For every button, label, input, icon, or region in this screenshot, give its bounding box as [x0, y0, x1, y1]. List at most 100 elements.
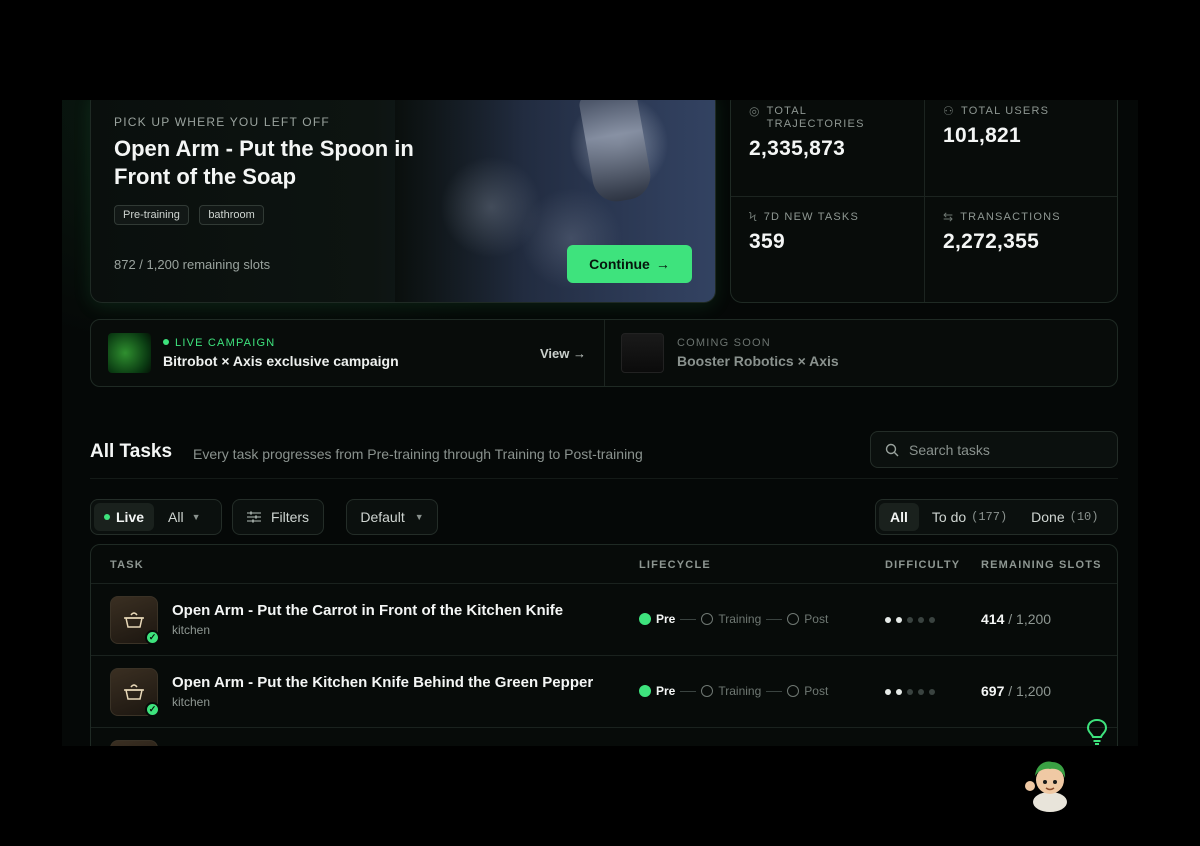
divider [604, 320, 605, 386]
slots-total: / 1,200 [1004, 683, 1052, 699]
tag-chip: Pre-training [114, 205, 189, 225]
column-header-lifecycle: LIFECYCLE [639, 559, 711, 571]
search-input[interactable] [909, 441, 1099, 458]
dashboard: PICK UP WHERE YOU LEFT OFF Open Arm - Pu… [62, 100, 1138, 746]
stage-connector [680, 618, 697, 620]
difficulty-dot [885, 617, 891, 623]
table-row[interactable]: ✓ Open Arm - Put the Carrot in Front of t… [91, 584, 1117, 656]
lightbulb-icon[interactable] [1085, 718, 1109, 746]
filters-label: Filters [270, 509, 310, 525]
status-scope-filter: Live All ▼ [90, 499, 222, 535]
soon-campaign-thumbnail [621, 333, 664, 373]
hero-kicker: PICK UP WHERE YOU LEFT OFF [114, 115, 330, 129]
caret-down-icon: ▼ [414, 512, 424, 522]
arrow-right-icon: → [655, 256, 670, 272]
live-toggle[interactable]: Live [94, 503, 155, 531]
stat-value: 359 [749, 230, 785, 253]
swap-icon: ⇆ [943, 210, 955, 224]
tasks-subtitle: Every task progresses from Pre-training … [193, 446, 643, 462]
stat-value: 2,272,355 [943, 230, 1040, 253]
stat-label: TOTAL TRAJECTORIES [766, 105, 865, 130]
stat-label: TOTAL USERS [960, 105, 1050, 117]
stage-dot-icon [787, 613, 800, 625]
target-icon: ◎ [749, 104, 761, 118]
lifecycle-stepper: Pre Training Post [639, 612, 828, 626]
filters-button[interactable]: Filters [232, 499, 324, 535]
column-header-difficulty: DIFFICULTY [885, 559, 961, 571]
table-row-partial [91, 728, 1117, 746]
live-label: Live [116, 509, 145, 525]
tab-label: All [890, 509, 908, 525]
tab-count: (10) [1069, 510, 1099, 524]
difficulty-rating [885, 617, 935, 623]
stat-new-tasks: ϟ 7D NEW TASKS 359 [731, 197, 925, 302]
live-campaign-thumbnail [108, 333, 151, 373]
tab-label: Done [1031, 509, 1065, 525]
continue-label: Continue [589, 256, 650, 272]
continue-button[interactable]: Continue → [567, 245, 692, 283]
stat-total-trajectories: ◎ TOTAL TRAJECTORIES 2,335,873 [731, 100, 925, 197]
divider [90, 478, 1118, 479]
search-icon [885, 443, 899, 456]
mascot-avatar[interactable] [1022, 756, 1076, 812]
stage-connector [766, 618, 783, 620]
stage-dot-icon [787, 685, 800, 697]
task-category: kitchen [172, 695, 211, 709]
live-campaign-kicker-text: LIVE CAMPAIGN [175, 337, 276, 349]
tab-todo[interactable]: To do (177) [921, 503, 1018, 531]
stage-label: Pre [656, 612, 676, 626]
remaining-slots: 414 / 1,200 [981, 611, 1051, 627]
caret-down-icon: ▼ [191, 512, 201, 522]
campaign-banner: LIVE CAMPAIGN Bitrobot × Axis exclusive … [90, 319, 1118, 387]
check-icon: ✓ [145, 630, 160, 645]
search-box[interactable] [870, 431, 1118, 468]
stats-panel: ◎ TOTAL TRAJECTORIES 2,335,873 ⚇ TOTAL USE… [730, 100, 1118, 303]
live-dot-icon [104, 514, 110, 520]
stage-dot-icon [701, 613, 714, 625]
slots-remaining: 697 [981, 683, 1005, 699]
tab-done[interactable]: Done (10) [1020, 503, 1109, 531]
difficulty-dot [929, 689, 935, 695]
hero-remaining-slots: 872 / 1,200 remaining slots [114, 257, 271, 272]
column-header-task: TASK [110, 559, 144, 571]
stage-dot-icon [639, 685, 651, 697]
difficulty-dot [918, 689, 924, 695]
bolt-icon: ϟ [749, 210, 758, 224]
hero-tags: Pre-training bathroom [114, 205, 270, 225]
resume-task-card[interactable]: PICK UP WHERE YOU LEFT OFF Open Arm - Pu… [90, 100, 716, 303]
table-header: TASK LIFECYCLE DIFFICULTY REMAINING SLOT… [91, 545, 1117, 584]
soon-campaign-title: Booster Robotics × Axis [677, 353, 839, 369]
view-campaign-link[interactable]: View → [540, 346, 586, 361]
tab-count: (177) [971, 510, 1008, 524]
difficulty-dot [907, 617, 913, 623]
users-icon: ⚇ [943, 104, 955, 118]
stage-label: Post [804, 612, 829, 626]
column-header-remaining-slots: REMAINING SLOTS [981, 559, 1102, 571]
lifecycle-stepper: Pre Training Post [639, 684, 828, 698]
stage-dot-icon [639, 613, 651, 625]
stage-connector [680, 690, 697, 692]
tag-chip: bathroom [199, 205, 264, 225]
hero-title: Open Arm - Put the Spoon in Front of the… [114, 136, 414, 189]
sort-dropdown[interactable]: Default ▼ [346, 499, 438, 535]
difficulty-dot [885, 689, 891, 695]
difficulty-dot [918, 617, 924, 623]
difficulty-dot [896, 617, 902, 623]
slots-remaining: 414 [981, 611, 1005, 627]
tasks-title: All Tasks [90, 441, 173, 462]
live-campaign-title: Bitrobot × Axis exclusive campaign [163, 353, 399, 369]
stage-connector [766, 690, 783, 692]
stat-label: TRANSACTIONS [960, 211, 1061, 223]
difficulty-rating [885, 689, 935, 695]
stage-label: Post [804, 684, 829, 698]
scope-label: All [168, 509, 184, 525]
live-campaign-kicker: LIVE CAMPAIGN [163, 337, 275, 349]
difficulty-dot [896, 689, 902, 695]
task-category: kitchen [172, 623, 211, 637]
stat-value: 101,821 [943, 124, 1022, 147]
table-row[interactable]: ✓ Open Arm - Put the Kitchen Knife Behind… [91, 656, 1117, 728]
check-icon: ✓ [145, 702, 160, 717]
difficulty-dot [929, 617, 935, 623]
scope-dropdown[interactable]: All ▼ [154, 509, 200, 525]
tab-all[interactable]: All [879, 503, 919, 531]
